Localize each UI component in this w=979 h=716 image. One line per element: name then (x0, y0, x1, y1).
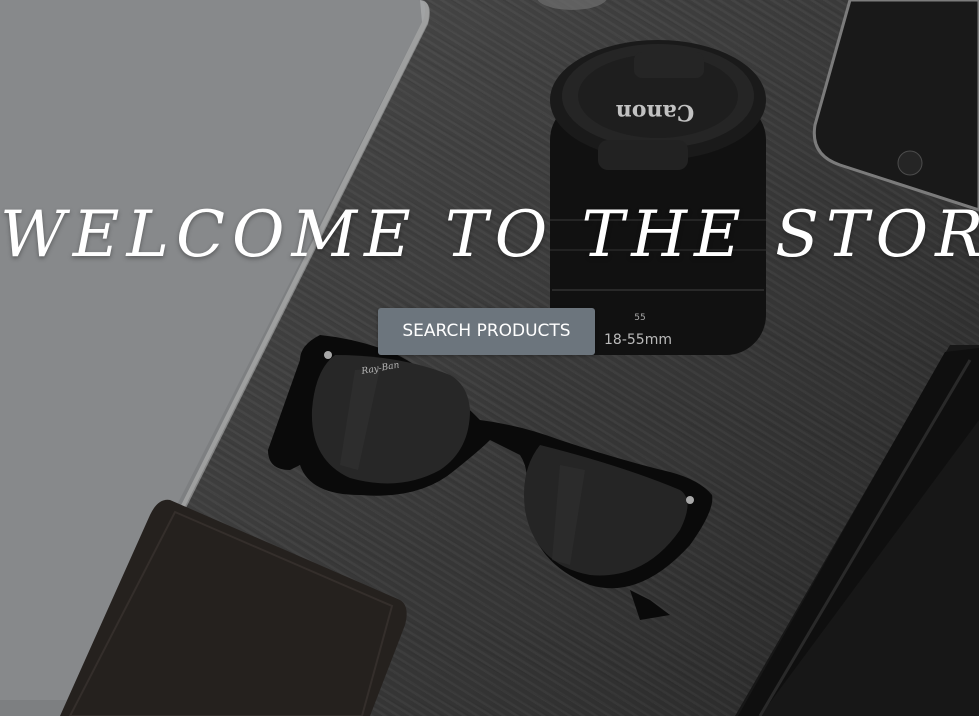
hero-title: WELCOME TO THE STORE (0, 198, 979, 272)
hero-overlay (0, 0, 979, 716)
search-products-button[interactable]: SEARCH PRODUCTS (378, 308, 595, 355)
hero-section: Canon 18-55mm 55 Ray-Ban WELCOME TO THE … (0, 0, 979, 716)
